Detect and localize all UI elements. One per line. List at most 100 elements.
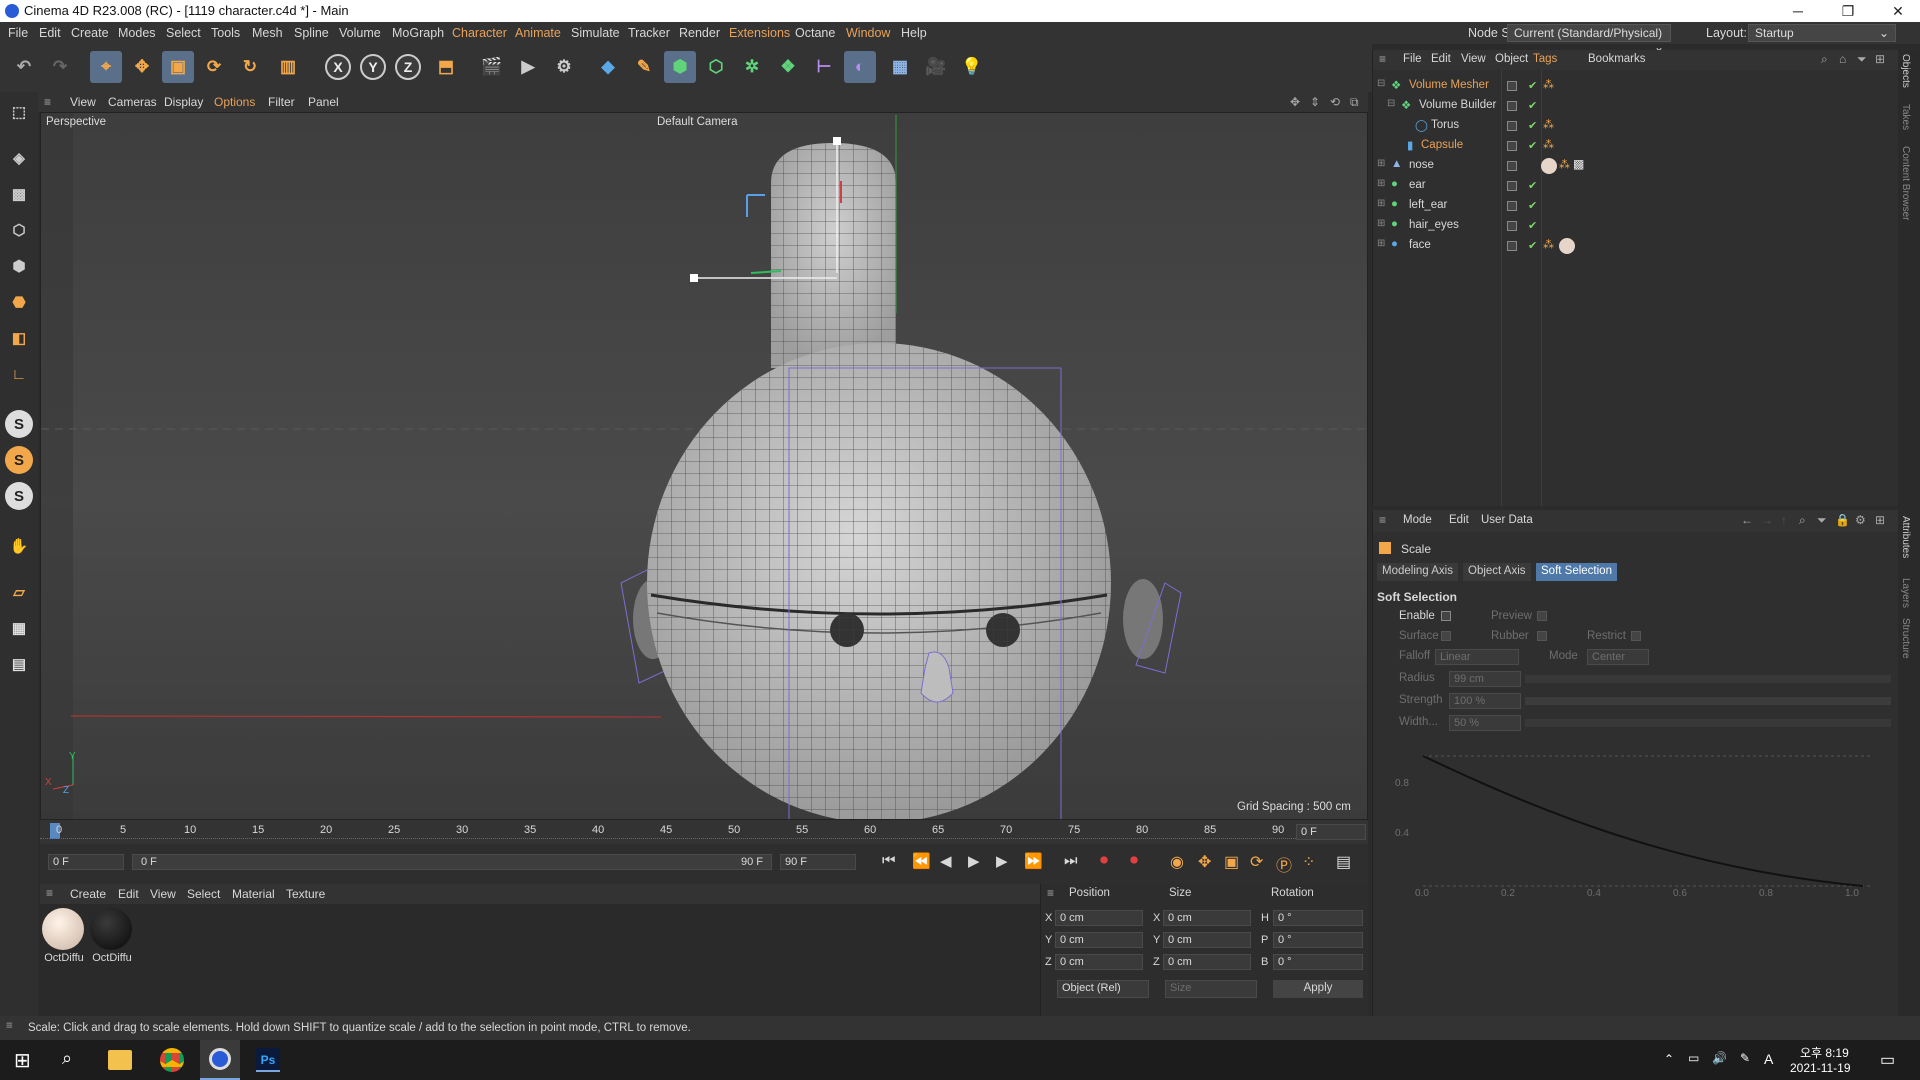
volume-builder-icon[interactable]: ❖ bbox=[772, 51, 804, 83]
tab-object-axis[interactable]: Object Axis bbox=[1463, 563, 1531, 581]
home-icon[interactable]: ⌂ bbox=[1839, 52, 1846, 66]
menu-render[interactable]: Render bbox=[679, 26, 720, 40]
model-mode-icon[interactable]: ◈ bbox=[5, 144, 33, 172]
checker-tag-icon[interactable]: ▩ bbox=[1573, 157, 1584, 171]
menu-simulate[interactable]: Simulate bbox=[571, 26, 620, 40]
previous-frame-icon[interactable]: ◀ bbox=[940, 852, 952, 870]
size-mode-dropdown[interactable]: Size bbox=[1165, 980, 1257, 998]
radius-field[interactable]: 99 cm bbox=[1449, 671, 1521, 687]
zoom-view-icon[interactable]: ⇕ bbox=[1310, 95, 1320, 109]
timeline-icon[interactable]: ▤ bbox=[1336, 852, 1351, 872]
node-space-dropdown[interactable]: Current (Standard/Physical) ⌄ bbox=[1507, 24, 1671, 54]
tab-soft-selection[interactable]: Soft Selection bbox=[1536, 563, 1617, 581]
render-view-icon[interactable]: 🎬 bbox=[476, 51, 508, 83]
hamburger-icon[interactable]: ≡ bbox=[44, 95, 51, 109]
tray-chevron-up-icon[interactable]: ⌃ bbox=[1664, 1052, 1674, 1066]
enabled-check-icon[interactable]: ✔ bbox=[1528, 119, 1537, 132]
search-icon[interactable]: ⌕ bbox=[1799, 513, 1806, 528]
visibility-toggle[interactable] bbox=[1507, 241, 1517, 251]
object-row-hair-eyes[interactable]: ⊞ ● hair_eyes ✔ bbox=[1373, 216, 1873, 236]
hamburger-icon[interactable]: ≡ bbox=[6, 1020, 13, 1032]
cube-icon[interactable]: ◆ bbox=[592, 51, 624, 83]
pen-icon[interactable]: ✎ bbox=[1740, 1051, 1750, 1065]
rotation-p-field[interactable]: 0 ° bbox=[1273, 932, 1363, 948]
rotation-b-field[interactable]: 0 ° bbox=[1273, 954, 1363, 970]
lock-icon[interactable]: 🔒 bbox=[1835, 513, 1850, 527]
parameter-key-icon[interactable]: Ⓟ bbox=[1276, 852, 1292, 876]
position-y-field[interactable]: 0 cm bbox=[1055, 932, 1143, 948]
side-tab-takes[interactable]: Takes bbox=[1900, 104, 1911, 130]
strength-slider[interactable] bbox=[1525, 697, 1891, 705]
position-x-field[interactable]: 0 cm bbox=[1055, 910, 1143, 926]
side-tab-structure[interactable]: Structure bbox=[1900, 618, 1911, 659]
visibility-toggle[interactable] bbox=[1507, 181, 1517, 191]
rotate-view-icon[interactable]: ⟲ bbox=[1330, 95, 1340, 109]
uv-mode-icon[interactable]: ◧ bbox=[5, 324, 33, 352]
apply-button[interactable]: Apply bbox=[1273, 980, 1363, 998]
expand-icon[interactable]: ⊟ bbox=[1377, 78, 1385, 89]
viewport-menu-view[interactable]: View bbox=[70, 95, 96, 109]
enabled-check-icon[interactable]: ✔ bbox=[1528, 139, 1537, 152]
enable-checkbox[interactable] bbox=[1441, 611, 1451, 621]
visibility-toggle[interactable] bbox=[1507, 221, 1517, 231]
enabled-check-icon[interactable]: ✔ bbox=[1528, 179, 1537, 192]
light-icon[interactable]: 💡 bbox=[956, 51, 988, 83]
edges-mode-icon[interactable]: ⬢ bbox=[5, 252, 33, 280]
input-language[interactable]: A bbox=[1764, 1051, 1773, 1067]
new-view-icon[interactable]: ⊞ bbox=[1875, 52, 1885, 66]
preview-checkbox[interactable] bbox=[1537, 611, 1547, 621]
recent-tools-icon[interactable]: ↻ bbox=[234, 51, 266, 83]
point-level-key-icon[interactable]: ⁘ bbox=[1302, 852, 1315, 872]
attr-menu-mode[interactable]: Mode bbox=[1403, 514, 1432, 526]
tag-icon[interactable]: ⁂ bbox=[1543, 78, 1554, 91]
clock-time[interactable]: 오후 8:19 bbox=[1800, 1044, 1849, 1061]
layout-dropdown[interactable]: Startup ⌄ bbox=[1748, 24, 1896, 42]
go-to-start-icon[interactable]: ⏮ bbox=[882, 852, 896, 869]
object-row-volume-builder[interactable]: ⊟ ❖ Volume Builder ✔ bbox=[1373, 96, 1873, 116]
menu-character[interactable]: Character bbox=[452, 26, 507, 40]
hamburger-icon[interactable]: ≡ bbox=[1379, 513, 1386, 527]
menu-tools[interactable]: Tools bbox=[211, 26, 240, 40]
object-row-capsule[interactable]: ▮ Capsule ✔ ⁂ bbox=[1373, 136, 1873, 156]
menu-mesh[interactable]: Mesh bbox=[252, 26, 283, 40]
search-icon[interactable]: ⌕ bbox=[1821, 52, 1828, 67]
render-picture-viewer-icon[interactable]: ▶ bbox=[512, 51, 544, 83]
autokey-icon[interactable]: ⏺ bbox=[1130, 852, 1138, 870]
menu-mograph[interactable]: MoGraph bbox=[392, 26, 444, 40]
subdivision-surface-icon[interactable]: ⬢ bbox=[664, 51, 696, 83]
obj-menu-bookmarks[interactable]: Bookmarks bbox=[1588, 53, 1646, 65]
viewport-perspective[interactable]: Perspective Default Camera Grid Spacing … bbox=[40, 112, 1368, 820]
workplane-icon[interactable]: ▱ bbox=[5, 578, 33, 606]
hamburger-icon[interactable]: ≡ bbox=[1047, 886, 1054, 900]
menu-window[interactable]: Window bbox=[846, 26, 890, 40]
expand-icon[interactable]: ⊞ bbox=[1377, 198, 1385, 209]
menu-select[interactable]: Select bbox=[166, 26, 201, 40]
texture-mode-icon[interactable]: ▩ bbox=[5, 180, 33, 208]
extrude-icon[interactable]: ⬡ bbox=[700, 51, 732, 83]
coordinate-system-icon[interactable]: ⬒ bbox=[430, 51, 462, 83]
start-frame-field[interactable]: 0 F bbox=[48, 854, 124, 870]
mat-menu-view[interactable]: View bbox=[150, 887, 176, 901]
network-icon[interactable]: ▭ bbox=[1688, 1051, 1699, 1065]
obj-menu-object[interactable]: Object bbox=[1495, 53, 1528, 65]
scale-key-icon[interactable]: ▣ bbox=[1224, 852, 1239, 872]
windows-start-icon[interactable]: ⊞ bbox=[14, 1048, 31, 1073]
expand-icon[interactable]: ⊞ bbox=[1377, 178, 1385, 189]
menu-spline[interactable]: Spline bbox=[294, 26, 329, 40]
mat-menu-material[interactable]: Material bbox=[232, 887, 275, 901]
record-icon[interactable]: ⏺ bbox=[1100, 852, 1108, 870]
menu-edit[interactable]: Edit bbox=[39, 26, 61, 40]
volume-icon[interactable]: 🔊 bbox=[1712, 1051, 1727, 1065]
camera-label[interactable]: Default Camera bbox=[657, 116, 738, 128]
enabled-check-icon[interactable]: ✔ bbox=[1528, 99, 1537, 112]
current-frame-field[interactable]: 0 F bbox=[1296, 824, 1366, 840]
settings-icon[interactable]: ⚙ bbox=[1855, 513, 1866, 527]
object-row-face[interactable]: ⊞ ● face ✔ ⁂ bbox=[1373, 236, 1873, 256]
filter-icon[interactable]: ⏷ bbox=[1857, 52, 1867, 67]
enabled-check-icon[interactable]: ✔ bbox=[1528, 239, 1537, 252]
snap-icon[interactable]: S bbox=[5, 410, 33, 438]
rotation-h-field[interactable]: 0 ° bbox=[1273, 910, 1363, 926]
radius-slider[interactable] bbox=[1525, 675, 1891, 683]
material-item[interactable]: OctDiffu bbox=[90, 908, 134, 966]
tweak-mode-icon[interactable]: ✋ bbox=[5, 532, 33, 560]
